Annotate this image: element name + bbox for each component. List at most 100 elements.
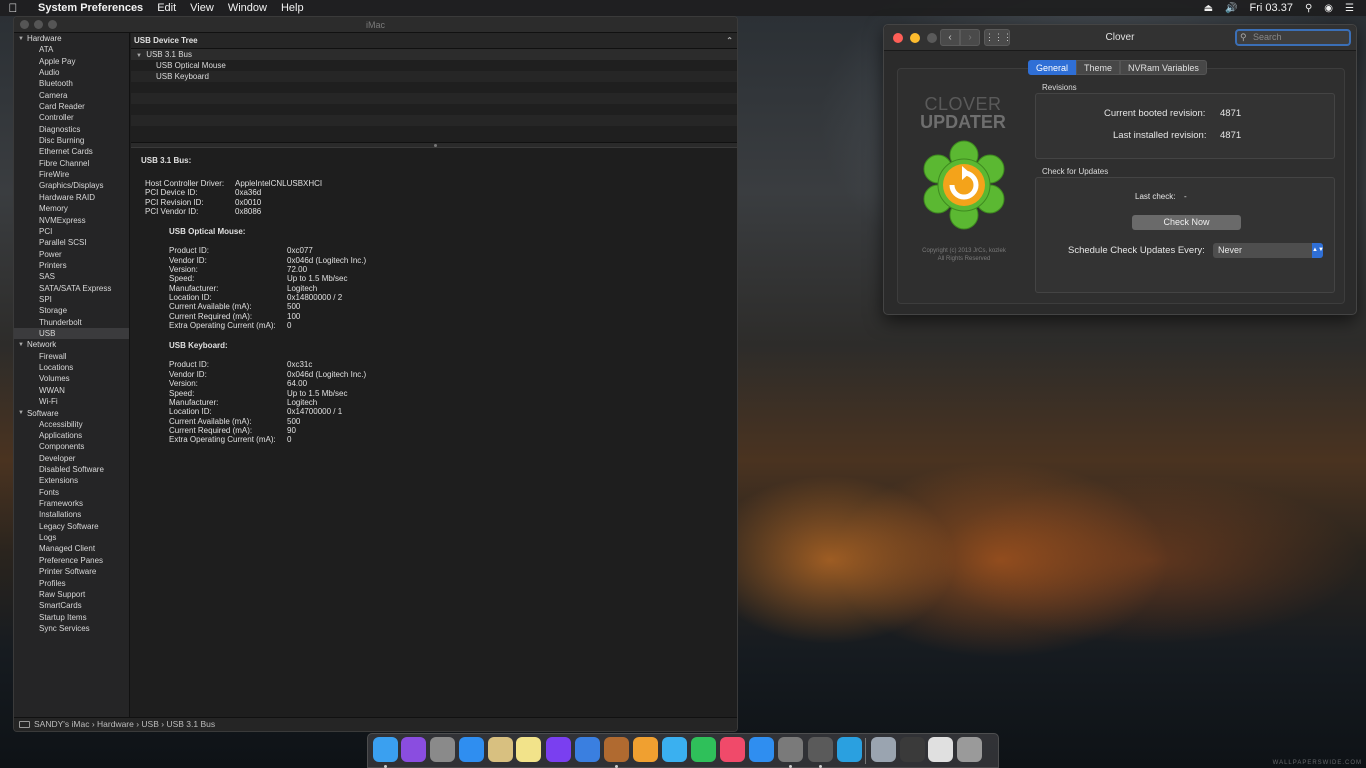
sidebar-item-raw-support[interactable]: Raw Support [14, 589, 129, 600]
sidebar-item-frameworks[interactable]: Frameworks [14, 498, 129, 509]
menu-clock[interactable]: Fri 03.37 [1250, 2, 1293, 14]
system-preferences-icon[interactable] [778, 737, 803, 762]
back-button[interactable]: ‹ [940, 29, 960, 46]
tab-theme[interactable]: Theme [1076, 60, 1121, 75]
sidebar-item-spi[interactable]: SPI [14, 294, 129, 305]
sidebar-item-wwan[interactable]: WWAN [14, 385, 129, 396]
disclosure-triangle-icon[interactable]: ▼ [18, 342, 24, 348]
app-store-icon[interactable] [749, 737, 774, 762]
menu-edit[interactable]: Edit [157, 2, 176, 14]
splitter-handle[interactable] [434, 144, 437, 147]
document-icon[interactable] [928, 737, 953, 762]
sidebar-item-preference-panes[interactable]: Preference Panes [14, 555, 129, 566]
sidebar-item-hardware-raid[interactable]: Hardware RAID [14, 192, 129, 203]
sidebar-item-usb[interactable]: USB [14, 327, 129, 340]
facetime-icon[interactable] [691, 737, 716, 762]
notes-icon[interactable] [516, 737, 541, 762]
xcode-icon[interactable] [575, 737, 600, 762]
sidebar-item-fibre-channel[interactable]: Fibre Channel [14, 158, 129, 169]
sidebar-item-storage[interactable]: Storage [14, 305, 129, 316]
close-button[interactable] [20, 20, 29, 29]
sidebar-item-managed-client[interactable]: Managed Client [14, 543, 129, 554]
sidebar-item-volumes[interactable]: Volumes [14, 373, 129, 384]
sidebar-item-controller[interactable]: Controller [14, 112, 129, 123]
menu-window[interactable]: Window [228, 2, 267, 14]
disclosure-triangle-icon[interactable]: ▼ [18, 36, 24, 42]
spotlight-icon[interactable]: ⚲ [1305, 3, 1312, 14]
close-button[interactable] [893, 33, 903, 43]
sidebar-item-logs[interactable]: Logs [14, 532, 129, 543]
sidebar-item-wi-fi[interactable]: Wi-Fi [14, 396, 129, 407]
launchpad-icon[interactable] [430, 737, 455, 762]
finder-icon[interactable] [373, 737, 398, 762]
sidebar-item-sata-sata-express[interactable]: SATA/SATA Express [14, 283, 129, 294]
disclosure-triangle-icon[interactable]: ▼ [18, 410, 24, 416]
telegram-icon[interactable] [837, 737, 862, 762]
menu-help[interactable]: Help [281, 2, 304, 14]
trash-icon[interactable] [957, 737, 982, 762]
music-icon[interactable] [720, 737, 745, 762]
sidebar-item-ethernet-cards[interactable]: Ethernet Cards [14, 146, 129, 157]
sidebar-item-camera[interactable]: Camera [14, 90, 129, 101]
sidebar-item-thunderbolt[interactable]: Thunderbolt [14, 317, 129, 328]
tree-row-usb-bus[interactable]: ▼ USB 3.1 Bus [131, 49, 737, 60]
terminal-icon[interactable] [900, 737, 925, 762]
sidebar-item-sas[interactable]: SAS [14, 271, 129, 282]
sidebar-item-printers[interactable]: Printers [14, 260, 129, 271]
sidebar-item-printer-software[interactable]: Printer Software [14, 566, 129, 577]
sidebar-item-installations[interactable]: Installations [14, 509, 129, 520]
sidebar-item-firewire[interactable]: FireWire [14, 169, 129, 180]
tab-general[interactable]: General [1028, 60, 1077, 75]
sidebar-item-memory[interactable]: Memory [14, 203, 129, 214]
sidebar-item-startup-items[interactable]: Startup Items [14, 612, 129, 623]
zoom-button[interactable] [927, 33, 937, 43]
siri-icon[interactable] [401, 737, 426, 762]
menu-view[interactable]: View [190, 2, 214, 14]
eject-icon[interactable]: ⏏ [1204, 3, 1213, 14]
sidebar-item-parallel-scsi[interactable]: Parallel SCSI [14, 237, 129, 248]
photos-icon[interactable] [633, 737, 658, 762]
sidebar-item-locations[interactable]: Locations [14, 362, 129, 373]
sidebar-item-applications[interactable]: Applications [14, 430, 129, 441]
tree-row-keyboard[interactable]: USB Keyboard [131, 71, 737, 82]
tab-nvram-variables[interactable]: NVRam Variables [1120, 60, 1207, 75]
sidebar-item-developer[interactable]: Developer [14, 453, 129, 464]
sidebar-item-sync-services[interactable]: Sync Services [14, 623, 129, 634]
apple-menu-icon[interactable]:  [0, 1, 26, 15]
tree-row-optical-mouse[interactable]: USB Optical Mouse [131, 60, 737, 71]
sidebar-group-software[interactable]: ▼ Software [14, 407, 129, 418]
show-all-grid-icon[interactable]: ⋮⋮⋮ [984, 29, 1012, 46]
sidebar-item-pci[interactable]: PCI [14, 226, 129, 237]
sidebar-item-nvmexpress[interactable]: NVMExpress [14, 215, 129, 226]
sidebar-item-firewall[interactable]: Firewall [14, 351, 129, 362]
siri-menu-icon[interactable]: ◉ [1324, 3, 1333, 14]
breadcrumb[interactable]: SANDY's iMac › Hardware › USB › USB 3.1 … [34, 718, 215, 731]
preview-icon[interactable] [871, 737, 896, 762]
sidebar-group-network[interactable]: ▼ Network [14, 339, 129, 350]
schedule-select[interactable]: Never ▲▼ [1213, 243, 1324, 258]
clover-configurator-icon[interactable] [808, 737, 833, 762]
sidebar-item-extensions[interactable]: Extensions [14, 475, 129, 486]
sidebar-item-graphics-displays[interactable]: Graphics/Displays [14, 180, 129, 191]
sidebar-item-ata[interactable]: ATA [14, 44, 129, 55]
sidebar-item-card-reader[interactable]: Card Reader [14, 101, 129, 112]
sidebar-item-smartcards[interactable]: SmartCards [14, 600, 129, 611]
notification-center-icon[interactable]: ☰ [1345, 3, 1354, 14]
imovie-icon[interactable] [546, 737, 571, 762]
sidebar-item-bluetooth[interactable]: Bluetooth [14, 78, 129, 89]
sidebar-item-components[interactable]: Components [14, 441, 129, 452]
minimize-button[interactable] [34, 20, 43, 29]
disclosure-triangle-icon[interactable]: ▼ [136, 53, 142, 59]
safari-icon[interactable] [459, 737, 484, 762]
tree-header[interactable]: USB Device Tree ⌃ [131, 33, 737, 49]
sidebar-item-profiles[interactable]: Profiles [14, 578, 129, 589]
sidebar-item-diagnostics[interactable]: Diagnostics [14, 124, 129, 135]
search-field[interactable]: ⚲ Search [1235, 29, 1351, 46]
chevron-up-icon[interactable]: ⌃ [726, 33, 733, 49]
sidebar-item-power[interactable]: Power [14, 249, 129, 260]
volume-icon[interactable]: 🔊 [1225, 3, 1237, 14]
forward-button[interactable]: › [960, 29, 980, 46]
sidebar-item-accessibility[interactable]: Accessibility [14, 419, 129, 430]
sidebar-item-disc-burning[interactable]: Disc Burning [14, 135, 129, 146]
check-now-button[interactable]: Check Now [1132, 215, 1241, 230]
